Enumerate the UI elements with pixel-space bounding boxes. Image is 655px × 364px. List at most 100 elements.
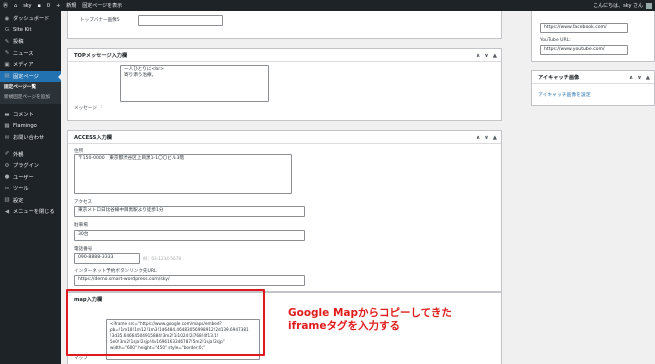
sidebar-item[interactable]: ◉ ダッシュボード xyxy=(0,13,61,25)
brush-icon: ✐ xyxy=(4,151,10,158)
comments-count[interactable]: 0 xyxy=(47,3,50,9)
highlight-box xyxy=(66,289,265,356)
eyecatch-title: アイキャッチ画像 ∧ ∨ ▲ xyxy=(532,71,654,84)
move-down-icon[interactable]: ∨ xyxy=(637,75,641,81)
eyecatch-title-text: アイキャッチ画像 xyxy=(538,74,580,81)
reserve-url-input[interactable]: https://demo.smart-wordpress.com/sky/ xyxy=(74,275,305,286)
message-label: メッセージ xyxy=(74,106,97,111)
top-banner-input[interactable] xyxy=(138,15,223,26)
phone-label: 電話番号 xyxy=(74,247,93,252)
top-message-title-text: TOPメッセージ入力欄 xyxy=(74,52,128,59)
admin-sidebar: ◉ ダッシュボード G Site Kit ✎ 投稿 ✎ ニュース ▣ メディア ▤ 固定ページ 固定ペ… xyxy=(0,11,61,364)
access-title-text: ACCESS入力欄 xyxy=(74,134,112,141)
view-page-link[interactable]: 固定ページを表示 xyxy=(82,2,122,9)
sidebar-item[interactable]: ✉ お問い合わせ xyxy=(0,132,61,144)
sidebar-item-label: ツール xyxy=(13,186,29,193)
sidebar-item[interactable]: ▬ コメント xyxy=(0,109,61,121)
greeting[interactable]: こんにちは、sky さん xyxy=(593,2,643,9)
sidebar-item-label: 設定 xyxy=(13,197,24,204)
sidebar-item-label: 外観 xyxy=(13,151,24,158)
sidebar-item[interactable]: ▥ 設定 xyxy=(0,195,61,207)
sidebar-item[interactable]: ⚙ プラグイン xyxy=(0,160,61,172)
sidebar-item-label: ユーザー xyxy=(13,174,34,181)
comment-icon: ▬ xyxy=(4,111,10,118)
move-up-icon[interactable]: ∧ xyxy=(476,53,480,59)
home-icon: ⌂ xyxy=(14,2,18,9)
avatar[interactable] xyxy=(646,2,652,9)
site-name-link[interactable]: sky xyxy=(23,3,31,9)
sidebar-item-label: Flamingo xyxy=(13,123,37,130)
dashboard-icon: ◉ xyxy=(4,15,10,22)
top-banner-label: トップバナー画像5 xyxy=(80,18,120,23)
sidebar-item[interactable]: ✐ 外観 xyxy=(0,149,61,161)
access-label: アクセス xyxy=(74,200,93,205)
pin-icon: ✎ xyxy=(4,50,10,57)
top-message-title: TOPメッセージ入力欄 ∧ ∨ ▲ xyxy=(68,49,501,62)
eyecatch-box: アイキャッチ画像 ∧ ∨ ▲ アイキャッチ画像を設定 xyxy=(531,70,655,106)
message-sep: : xyxy=(101,105,103,110)
pages-submenu: 固定ページ一覧 新規固定ページを追加 xyxy=(0,82,61,104)
sidebar-item[interactable]: G Site Kit xyxy=(0,25,61,37)
pin-icon: ✎ xyxy=(4,38,10,45)
sidebar-item[interactable]: ● ユーザー xyxy=(0,172,61,184)
settings-icon: ▥ xyxy=(4,197,10,204)
set-eyecatch-link[interactable]: アイキャッチ画像を設定 xyxy=(538,91,591,98)
toggle-panel-icon[interactable]: ▲ xyxy=(646,75,650,81)
sidebar-item[interactable]: ✎ 投稿 xyxy=(0,36,61,48)
admin-bar: Ⓦ ⌂ sky ▪ 0 + 新規 固定ページを表示 こんにちは、sky さん xyxy=(0,0,655,11)
sidebar-item-label: 固定ページ xyxy=(13,73,39,80)
youtube-url-label: YouTube URL: xyxy=(540,38,571,43)
page-icon: ▤ xyxy=(4,73,10,80)
sidebar-item[interactable]: ▣ メディア xyxy=(0,59,61,71)
wordpress-icon[interactable]: Ⓦ xyxy=(3,2,8,9)
sidebar-item-label: 投稿 xyxy=(13,39,24,46)
parking-input[interactable]: 30台 xyxy=(74,230,305,241)
sidebar-item-label: ダッシュボード xyxy=(13,16,50,23)
sidebar-item-label: お問い合わせ xyxy=(13,135,45,142)
annotation-callout: Google Mapからコピーしてきた iframeタグを入力する xyxy=(288,307,452,333)
toggle-panel-icon[interactable]: ▲ xyxy=(493,53,497,59)
facebook-url-input[interactable]: https://www.facebook.com/ xyxy=(540,23,628,33)
address-textarea[interactable]: 〒150-0000 東京都渋谷区上目黒1-1〇〇ビル3階 xyxy=(74,154,292,194)
media-icon: ▣ xyxy=(4,61,10,68)
submenu-add-page[interactable]: 新規固定ページを追加 xyxy=(0,93,61,103)
toggle-panel-icon[interactable]: ▲ xyxy=(493,135,497,141)
move-down-icon[interactable]: ∨ xyxy=(484,53,488,59)
mail-icon: ✉ xyxy=(4,134,10,141)
sidebar-item[interactable]: ◀ メニューを閉じる xyxy=(0,206,61,218)
collapse-icon: ◀ xyxy=(4,208,10,215)
access-input[interactable]: 東京メトロ日比谷線中目黒駅より徒歩1分 xyxy=(74,206,305,217)
plugin-icon: ⚙ xyxy=(4,162,10,169)
youtube-url-input[interactable]: https://www.youtube.com/ xyxy=(540,45,628,55)
reserve-url-label: インターネット予約ボタンリンク先URL xyxy=(74,269,157,274)
callout-line-2: iframeタグを入力する xyxy=(288,320,400,332)
sidebar-item-label: Site Kit xyxy=(13,27,32,34)
sidebar-item[interactable]: ▦ Flamingo xyxy=(0,121,61,133)
top-message-box: TOPメッセージ入力欄 ∧ ∨ ▲ メッセージ : 一人ひとりに<br> 寄り添… xyxy=(67,48,502,121)
move-down-icon[interactable]: ∨ xyxy=(484,135,488,141)
sidebar-item-label: メディア xyxy=(13,62,34,69)
social-box: https://www.facebook.com/ YouTube URL: h… xyxy=(531,11,655,62)
message-textarea[interactable]: 一人ひとりに<br> 寄り添う治療。 xyxy=(120,65,269,102)
sidebar-item[interactable]: ✎ ニュース xyxy=(0,48,61,60)
callout-line-1: Google Mapからコピーしてきた xyxy=(288,307,452,319)
access-box: ACCESS入力欄 ∧ ∨ ▲ 住所 〒150-0000 東京都渋谷区上目黒1-… xyxy=(67,130,502,292)
plus-icon[interactable]: + xyxy=(56,3,60,9)
phone-input[interactable]: 090-8888-3333 xyxy=(74,253,140,264)
submenu-all-pages[interactable]: 固定ページ一覧 xyxy=(0,83,61,93)
sidebar-item[interactable]: ✂ ツール xyxy=(0,183,61,195)
flamingo-icon: ▦ xyxy=(4,123,10,130)
wrench-icon: ✂ xyxy=(4,185,10,192)
move-up-icon[interactable]: ∧ xyxy=(629,75,633,81)
sidebar-item-label: コメント xyxy=(13,112,34,119)
sidebar-item-label: メニューを閉じる xyxy=(13,209,55,216)
account-menu[interactable]: こんにちは、sky さん xyxy=(593,2,652,9)
move-up-icon[interactable]: ∧ xyxy=(476,135,480,141)
parking-label: 駐車場 xyxy=(74,223,88,228)
user-icon: ● xyxy=(4,174,10,181)
sidebar-item[interactable]: ▤ 固定ページ xyxy=(0,70,61,82)
comment-icon[interactable]: ▪ xyxy=(37,3,40,9)
access-title: ACCESS入力欄 ∧ ∨ ▲ xyxy=(68,131,501,144)
sitekit-icon: G xyxy=(4,27,10,34)
new-link[interactable]: 新規 xyxy=(66,2,76,9)
